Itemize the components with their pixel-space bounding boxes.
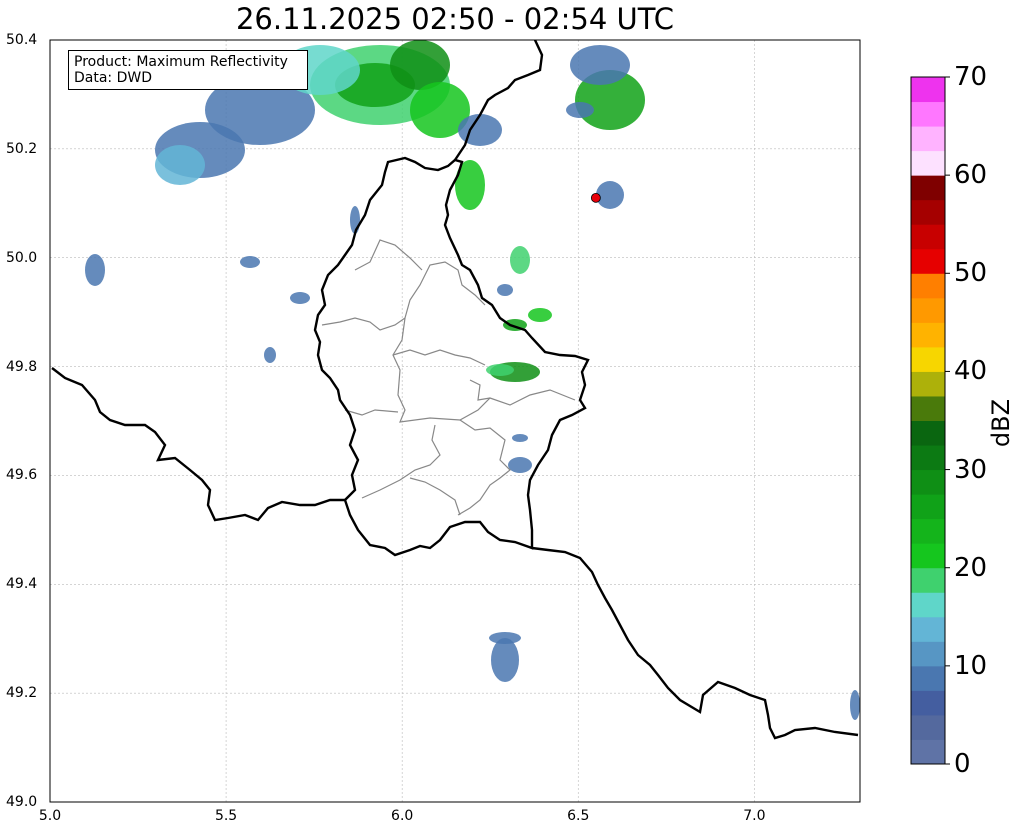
reflectivity-echo: [497, 284, 513, 296]
reflectivity-echo: [528, 308, 552, 322]
colorbar-bin: [911, 494, 945, 520]
colorbar-bin: [911, 445, 945, 471]
colorbar-bin: [911, 714, 945, 740]
colorbar-bin: [911, 690, 945, 716]
colorbar-bin: [911, 543, 945, 569]
y-tick-label: 49.4: [6, 576, 38, 593]
y-tick-label: 50.2: [6, 140, 38, 157]
colorbar-bin: [911, 101, 945, 127]
colorbar-bin: [911, 469, 945, 495]
colorbar-tick-label: 20: [954, 552, 988, 583]
colorbar-bin: [911, 77, 945, 103]
y-tick-label: 49.6: [6, 467, 38, 484]
colorbar-bin: [911, 665, 945, 691]
district-boundary: [321, 261, 486, 331]
colorbar-bin: [911, 224, 945, 250]
colorbar-bin: [911, 616, 945, 642]
colorbar-bin: [911, 567, 945, 593]
y-tick-label: 49.0: [6, 794, 38, 810]
info-box: Product: Maximum Reflectivity Data: DWD: [68, 50, 308, 90]
district-boundary: [392, 317, 576, 423]
colorbar-bin: [911, 175, 945, 201]
colorbar: [910, 76, 950, 765]
district-boundary: [469, 379, 491, 401]
district-boundary: [344, 409, 399, 416]
colorbar-bin: [911, 395, 945, 421]
reflectivity-echo: [290, 292, 310, 304]
colorbar-tick-label: 0: [954, 749, 971, 779]
colorbar-bin: [911, 248, 945, 274]
x-tick-label: 5.0: [38, 808, 62, 824]
reflectivity-echo: [458, 114, 502, 146]
colorbar-bin: [911, 346, 945, 372]
colorbar-bin: [911, 641, 945, 667]
x-tick-label: 5.5: [214, 808, 238, 824]
y-tick-label: 50.4: [6, 32, 38, 48]
colorbar-bin: [911, 322, 945, 348]
district-boundary: [409, 477, 461, 516]
reflectivity-echo: [85, 254, 105, 286]
reflectivity-echo: [512, 434, 528, 442]
colorbar-bin: [911, 199, 945, 225]
y-tick-label: 49.8: [6, 358, 38, 375]
radar-map-figure: [49, 39, 950, 803]
colorbar-bin: [911, 518, 945, 544]
colorbar-bin: [911, 371, 945, 397]
reflectivity-echo: [240, 256, 260, 268]
colorbar-bin: [911, 420, 945, 446]
colorbar-bin: [911, 273, 945, 299]
reflectivity-echo: [155, 145, 205, 185]
y-tick-label: 49.2: [6, 685, 38, 702]
district-boundary: [392, 349, 486, 366]
reflectivity-echo: [491, 638, 519, 682]
location-marker: [590, 192, 601, 203]
colorbar-bin: [911, 592, 945, 618]
reflectivity-echo: [570, 45, 630, 85]
y-tick-label: 50.0: [6, 249, 38, 266]
district-boundary: [354, 239, 423, 271]
country-border-france-belgium: [51, 367, 345, 522]
reflectivity-echo: [566, 102, 594, 118]
country-border-germany-east: [531, 546, 859, 740]
x-tick-label: 6.0: [391, 808, 414, 824]
colorbar-tick-label: 50: [954, 258, 988, 289]
reflectivity-echo: [510, 246, 530, 274]
reflectivity-echo: [489, 632, 521, 644]
reflectivity-echo: [596, 181, 624, 209]
data-source-line: Data: DWD: [74, 70, 152, 86]
district-boundary: [361, 424, 441, 499]
x-tick-label: 7.0: [743, 808, 766, 824]
reflectivity-echo: [508, 457, 532, 473]
x-tick-label: 6.5: [567, 808, 590, 824]
colorbar-bin: [911, 297, 945, 323]
reflectivity-echo: [264, 347, 276, 363]
colorbar-bin: [911, 150, 945, 176]
colorbar-bin: [911, 739, 945, 765]
radar-echoes: [85, 40, 860, 720]
colorbar-tick-label: 60: [954, 160, 988, 191]
colorbar-tick-label: 70: [954, 62, 988, 92]
colorbar-bin: [911, 126, 945, 152]
reflectivity-echo: [486, 364, 514, 376]
colorbar-tick-label: 30: [954, 454, 988, 485]
product-line: Product: Maximum Reflectivity: [74, 54, 288, 70]
district-boundary: [457, 419, 511, 516]
colorbar-tick-label: 40: [954, 356, 988, 387]
colorbar-label: dBZ: [987, 398, 1015, 448]
colorbar-tick-label: 10: [954, 650, 988, 681]
reflectivity-echo: [850, 690, 860, 720]
